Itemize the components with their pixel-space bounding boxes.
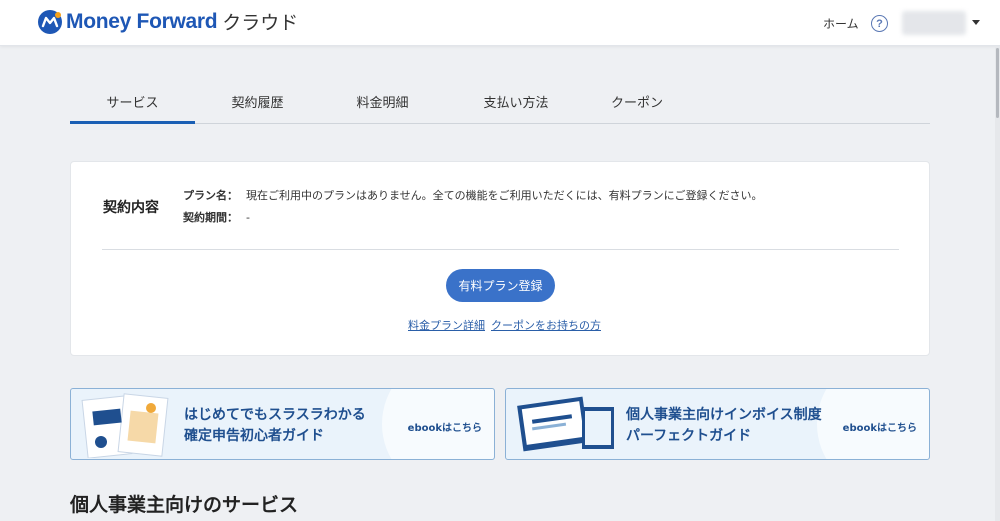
tab-contract-history[interactable]: 契約履歴 [195, 80, 320, 123]
banner-title-line1: はじめてでもスラスラわかる [184, 407, 366, 423]
plan-details-link[interactable]: 料金プラン詳細 [408, 317, 485, 333]
plan-label: プラン名： [183, 189, 238, 202]
guide-booklet-image [81, 393, 169, 458]
contract-title: 契約内容 [103, 200, 159, 216]
tab-coupon[interactable]: クーポン [587, 80, 687, 123]
contract-card: 契約内容 プラン名： 現在ご利用中のプランはありません。全ての機能をご利用いただく… [70, 161, 930, 356]
section-heading: 個人事業主向けのサービス [70, 494, 299, 516]
register-paid-plan-button[interactable]: 有料プラン登録 [446, 269, 555, 302]
period-value: - [246, 211, 250, 224]
money-forward-logo-icon [38, 9, 62, 34]
user-menu[interactable] [902, 11, 966, 35]
banner-title: 個人事業主向けインボイス制度 パーフェクトガイド [626, 405, 822, 447]
ebook-link[interactable]: ebookはこちら [843, 419, 917, 434]
caret-down-icon[interactable] [972, 20, 980, 25]
banner-title-line2: パーフェクトガイド [626, 428, 752, 444]
divider [102, 249, 899, 250]
logo-subtext: クラウド [222, 12, 299, 34]
help-icon[interactable]: ? [871, 15, 888, 32]
period-row: 契約期間： - [183, 209, 250, 225]
tab-billing-details[interactable]: 料金明細 [320, 80, 445, 123]
scrollbar-thumb[interactable] [996, 48, 999, 118]
plan-row: プラン名： 現在ご利用中のプランはありません。全ての機能をご利用いただくには、有料… [183, 187, 762, 203]
tab-payment-method[interactable]: 支払い方法 [445, 80, 587, 123]
guide-booklet-image [517, 396, 614, 452]
plan-value: 現在ご利用中のプランはありません。全ての機能をご利用いただくには、有料プランにご… [246, 189, 763, 202]
invoice-guide-banner[interactable]: 個人事業主向けインボイス制度 パーフェクトガイド ebookはこちら [505, 388, 930, 460]
top-header: Money Forward クラウド ホーム ? [0, 0, 1000, 46]
tab-bar: サービス 契約履歴 料金明細 支払い方法 クーポン [70, 80, 930, 124]
period-label: 契約期間： [183, 211, 238, 224]
ebook-link[interactable]: ebookはこちら [408, 419, 482, 434]
tax-return-guide-banner[interactable]: はじめてでもスラスラわかる 確定申告初心者ガイド ebookはこちら [70, 388, 495, 460]
banner-title-line2: 確定申告初心者ガイド [184, 428, 324, 444]
banner-title: はじめてでもスラスラわかる 確定申告初心者ガイド [184, 405, 366, 447]
logo-text: Money Forward [66, 9, 218, 33]
banner-title-line1: 個人事業主向けインボイス制度 [626, 407, 822, 423]
home-link[interactable]: ホーム [823, 15, 859, 32]
tab-service[interactable]: サービス [70, 80, 195, 124]
money-forward-logo[interactable]: Money Forward クラウド [37, 8, 298, 35]
coupon-link[interactable]: クーポンをお持ちの方 [491, 317, 601, 333]
